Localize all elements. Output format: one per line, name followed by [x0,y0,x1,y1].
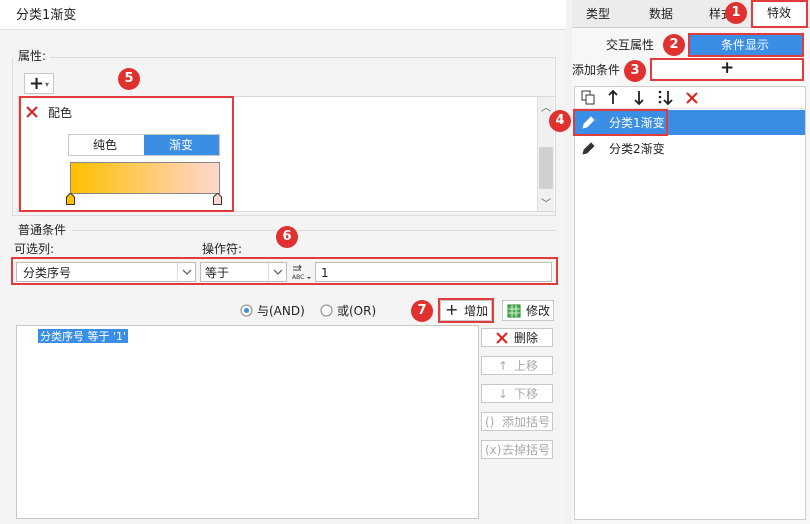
column-label: 可选列: [14,242,55,256]
radio-or[interactable]: 或(OR) [320,303,382,319]
move-bottom-icon[interactable] [657,89,675,106]
highlight-effects-tab [751,0,808,28]
remove-bracket-icon: (x) [485,443,502,457]
bracket-icon: () [485,415,495,429]
delete-button[interactable]: 删除 [481,328,553,347]
remove-bracket-button[interactable]: (x) 去掉括号 [481,440,553,459]
move-down-button[interactable]: ↓ 下移 [481,384,553,403]
annotation-marker-5: 5 [118,68,140,90]
highlight-condition-inputs [11,257,558,285]
condition-row[interactable]: 分类2渐变 [575,136,805,161]
interaction-properties-label: 交互属性 [606,38,655,52]
properties-divider [50,57,556,58]
tab-type[interactable]: 类型 [575,2,625,26]
add-bracket-button[interactable]: () 添加括号 [481,412,553,431]
delete-x-icon [496,332,508,344]
annotation-marker-2: 2 [663,34,685,56]
delete-condition-icon[interactable] [685,91,699,105]
arrow-down-icon: ↓ [498,387,509,401]
highlight-add-button [438,298,494,323]
annotation-marker-4: 4 [549,110,571,132]
move-up-icon[interactable] [607,90,619,105]
move-down-icon[interactable] [633,90,645,105]
annotation-marker-6: 6 [276,226,298,248]
move-up-button[interactable]: ↑ 上移 [481,356,553,375]
radio-and[interactable]: 与(AND) [240,303,305,319]
tab-data[interactable]: 数据 [636,2,686,26]
arrow-up-icon: ↑ [498,359,509,373]
highlight-color-property [19,96,234,212]
scrollbar-thumb[interactable] [539,147,553,189]
annotation-marker-7: 7 [411,300,433,322]
operator-label: 操作符: [202,242,243,256]
scroll-up-arrow-icon[interactable]: ︿ [541,99,551,114]
pencil-icon [582,142,595,155]
annotation-marker-3: 3 [624,60,646,82]
chevron-down-icon: ▾ [45,80,50,89]
add-property-button[interactable]: + ▾ [24,73,54,94]
condition-list-item[interactable]: 分类序号 等于 '1' [38,329,129,343]
copy-icon[interactable] [581,90,596,105]
annotation-marker-1: 1 [725,2,747,24]
dialog-title-bar: 分类1渐变 [0,0,566,30]
condition-group-label: 普通条件 [18,223,67,237]
condition-divider [72,230,556,231]
edit-grid-icon [507,304,521,318]
highlight-selected-condition [573,109,668,136]
scroll-down-arrow-icon[interactable]: ﹀ [541,195,551,210]
modify-condition-button[interactable]: 修改 [502,300,554,321]
condition-list [16,325,479,519]
highlight-condition-display [688,33,804,57]
add-condition-label: 添加条件 [572,63,621,77]
highlight-add-condition [650,58,804,81]
dialog-title: 分类1渐变 [16,8,77,23]
